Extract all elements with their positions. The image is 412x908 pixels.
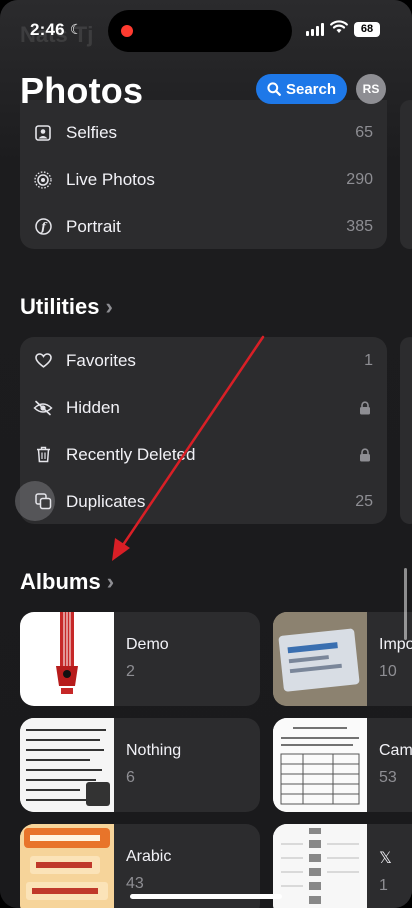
photos-screen: 2:46 ☾ 68 Nats Tj Selfies 65 Live Photos… <box>0 0 412 908</box>
scroll-indicator[interactable] <box>404 568 407 640</box>
home-indicator[interactable] <box>130 894 282 899</box>
annotation-arrow <box>112 335 265 561</box>
